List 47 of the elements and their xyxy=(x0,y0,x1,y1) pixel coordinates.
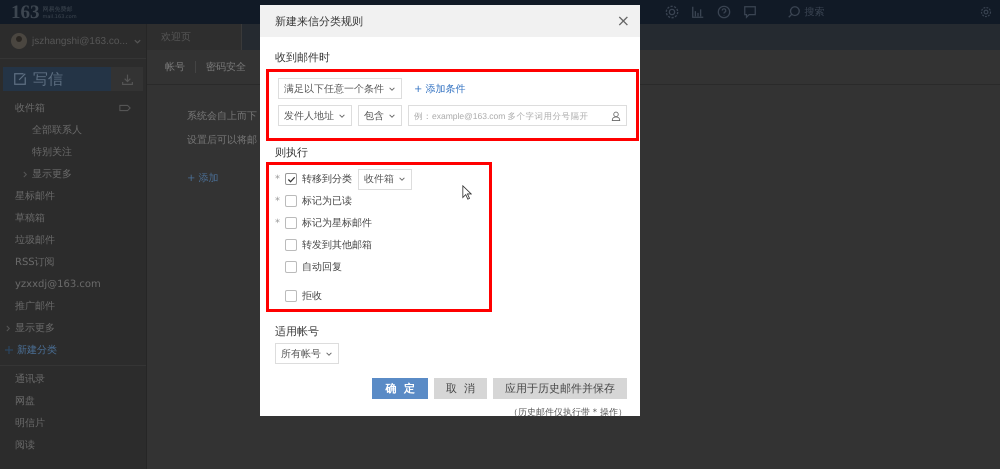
account-dropdown[interactable]: 所有帐号 xyxy=(275,343,339,364)
folder-item[interactable]: 显示更多 xyxy=(0,163,146,185)
required-mark: * xyxy=(275,174,280,184)
sender-input[interactable]: 例：example@163.com 多个字词用分号隔开 xyxy=(408,105,627,126)
folder-item[interactable]: yzxxdj@163.com xyxy=(0,273,146,295)
folder-dropdown[interactable]: 收件箱 xyxy=(358,168,412,190)
add-link[interactable]: + 添加 xyxy=(187,171,219,185)
folder-item[interactable]: 显示更多 xyxy=(0,317,146,339)
action-label: 拒收 xyxy=(302,290,322,303)
folder-item[interactable]: 新建分类 xyxy=(0,339,146,361)
app-item[interactable]: 明信片 xyxy=(0,412,146,434)
folder-item[interactable]: 垃圾邮件 xyxy=(0,229,146,251)
required-mark: * xyxy=(275,196,280,206)
settings-tab[interactable]: 密码安全 xyxy=(206,60,246,74)
section-title: 则执行 xyxy=(275,145,308,160)
operator-dropdown[interactable]: 包含 xyxy=(358,105,402,126)
confirm-button[interactable]: 确 定 xyxy=(372,378,428,399)
folder-item[interactable]: 推广邮件 xyxy=(0,295,146,317)
compose-button[interactable]: 写信 xyxy=(3,67,111,91)
settings-tab[interactable]: 帐号 xyxy=(165,60,185,74)
field-dropdown[interactable]: 发件人地址 xyxy=(278,105,352,126)
secondary-button[interactable]: 应用于历史邮件并保存 xyxy=(493,378,627,399)
add-condition-link[interactable]: + 添加条件 xyxy=(414,82,466,96)
action-label: 自动回复 xyxy=(302,261,342,274)
app-item[interactable]: 网盘 xyxy=(0,390,146,412)
secondary-button[interactable]: 取 消 xyxy=(434,378,487,399)
close-button[interactable]: × xyxy=(616,13,630,29)
app-item[interactable]: 通讯录 xyxy=(0,368,146,390)
folder-item[interactable]: 草稿箱 xyxy=(0,207,146,229)
folder-item[interactable]: 全部联系人 xyxy=(0,119,146,141)
action-label: 转移到分类 xyxy=(302,172,352,186)
description-text: 设置后可以将邮 xyxy=(187,134,257,147)
action-label: 标记为星标邮件 xyxy=(302,216,372,230)
action-label: 转发到其他邮箱 xyxy=(302,238,372,252)
folder-item[interactable]: 特别关注 xyxy=(0,141,146,163)
match-dropdown[interactable]: 满足以下任意一个条件 xyxy=(278,78,402,99)
folder-item[interactable]: RSS订阅 xyxy=(0,251,146,273)
section-title: 收到邮件时 xyxy=(275,50,330,65)
description-text: 系统会自上而下 xyxy=(187,110,257,123)
folder-item[interactable]: 收件箱 xyxy=(0,97,146,119)
app-item[interactable]: 阅读 xyxy=(0,434,146,456)
dialog-title: 新建来信分类规则 xyxy=(275,14,363,28)
section-title: 适用帐号 xyxy=(275,324,319,339)
required-mark: * xyxy=(275,218,280,228)
folder-item[interactable]: 星标邮件 xyxy=(0,185,146,207)
action-label: 标记为已读 xyxy=(302,194,352,208)
note-text: （历史邮件仅执行带 * 操作） xyxy=(508,406,627,419)
